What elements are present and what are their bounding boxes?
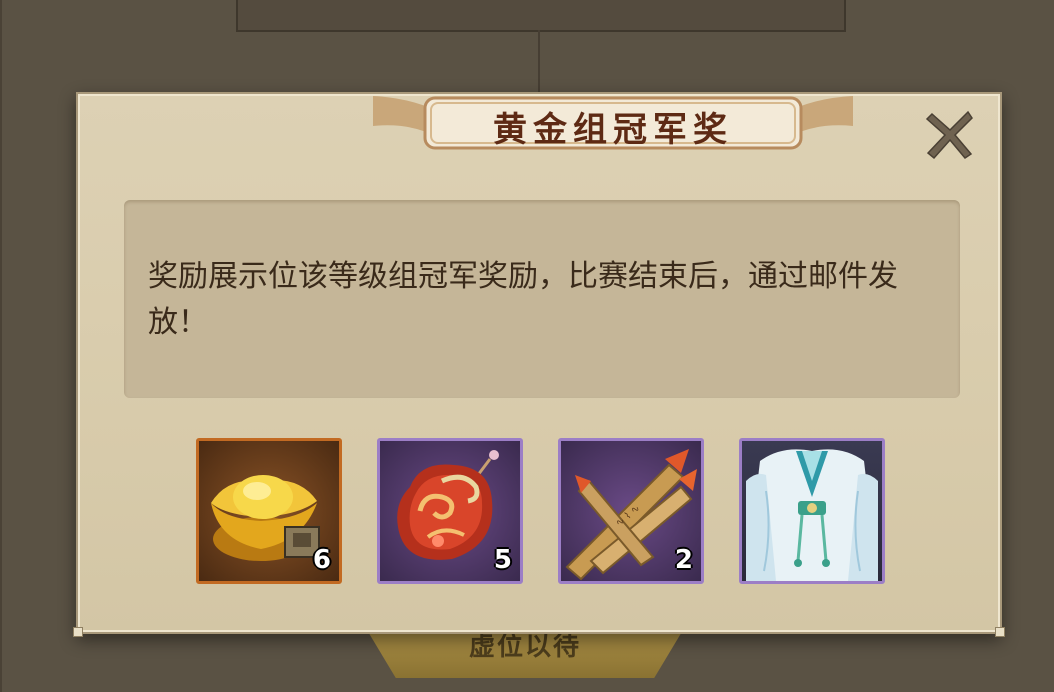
reward-item-slot[interactable]: ∿ ⌇ ∿ 2	[558, 438, 704, 584]
white-robe-outfit-icon	[746, 449, 878, 581]
reward-item-slot[interactable]: 5	[377, 438, 523, 584]
item-count: 6	[312, 545, 331, 575]
description-panel: 奖励展示位该等级组冠军奖励，比赛结束后，通过邮件发放！	[124, 200, 960, 398]
title-banner: 黄金组冠军奖	[373, 92, 853, 154]
reward-dialog: 黄金组冠军奖 奖励展示位该等级组冠军奖励，比赛结束后，通过邮件发放！ 6 5 ∿…	[73, 92, 1005, 637]
background-divider	[538, 30, 540, 100]
reward-description: 奖励展示位该等级组冠军奖励，比赛结束后，通过邮件发放！	[148, 259, 898, 340]
dialog-title: 黄金组冠军奖	[493, 110, 733, 150]
background-top-panel	[236, 0, 846, 32]
reward-item-list: 6 5 ∿ ⌇ ∿ 2	[196, 438, 886, 584]
item-count: 5	[493, 545, 512, 575]
background-edge-line	[0, 0, 2, 692]
item-count: 2	[674, 545, 693, 575]
reward-item-slot[interactable]	[739, 438, 885, 584]
close-button[interactable]	[922, 106, 978, 162]
close-x-icon	[925, 110, 973, 160]
corner-ornament	[995, 627, 1005, 637]
corner-ornament	[73, 627, 83, 637]
reward-item-slot[interactable]: 6	[196, 438, 342, 584]
